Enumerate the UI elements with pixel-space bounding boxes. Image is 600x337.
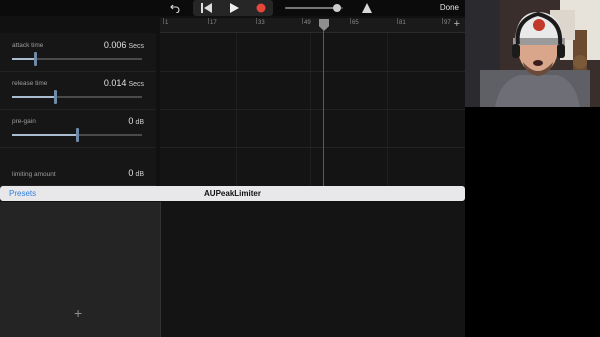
rewind-icon[interactable]	[198, 1, 214, 15]
ruler-label: 81	[399, 20, 406, 26]
undo-icon[interactable]	[168, 1, 182, 15]
param-pre-gain: pre-gain 0 dB	[0, 109, 156, 148]
ruler-label: 1	[165, 20, 169, 26]
ruler-tick	[397, 18, 398, 24]
attack-time-slider[interactable]	[12, 52, 142, 66]
param-name: attack time	[12, 42, 44, 49]
ruler-label: 17	[210, 20, 217, 26]
ruler-tick	[256, 18, 257, 24]
timeline-ruler[interactable]: 1 17 33 49 65 81 97	[160, 18, 465, 33]
param-release-time: release time 0.014 Secs	[0, 71, 156, 110]
ruler-label: 65	[352, 20, 359, 26]
track-divider	[160, 109, 465, 110]
master-volume-knob[interactable]	[333, 4, 342, 12]
ruler-label: 49	[304, 20, 311, 26]
param-name: limiting amount	[12, 171, 56, 178]
add-track-button[interactable]: +	[74, 305, 82, 321]
playhead-line	[323, 31, 324, 186]
webcam-overlay	[465, 0, 600, 107]
ruler-tick	[302, 18, 303, 24]
slider-handle[interactable]	[34, 52, 38, 66]
record-icon[interactable]	[253, 1, 269, 15]
track-list: +	[0, 202, 161, 337]
garageband-app: Done 1 17 33 49 65 81 97 + attack time 0.006 Se…	[0, 0, 465, 337]
slider-fill	[12, 96, 55, 98]
param-attack-time: attack time 0.006 Secs	[0, 33, 156, 72]
param-value: 0.006 Secs	[103, 40, 144, 50]
param-limiting-amount: limiting amount 0 dB	[0, 147, 156, 186]
param-value: 0 dB	[128, 168, 144, 178]
add-section-button[interactable]: +	[454, 19, 460, 30]
control-bar: Done	[0, 0, 465, 16]
master-volume-fill	[285, 7, 338, 9]
ruler-tick	[442, 18, 443, 24]
plugin-header-bar: Presets AUPeakLimiter	[0, 186, 465, 201]
track-divider	[160, 71, 465, 72]
slider-handle[interactable]	[76, 128, 79, 142]
param-value: 0 dB	[128, 116, 144, 126]
slider-fill	[12, 134, 77, 136]
track-divider	[160, 147, 465, 148]
param-name: pre-gain	[12, 118, 36, 125]
slider-fill	[12, 58, 36, 60]
track-region-area[interactable]	[161, 202, 465, 337]
done-button[interactable]: Done	[440, 3, 459, 12]
metronome-icon[interactable]	[362, 3, 372, 13]
master-volume-slider[interactable]	[285, 4, 343, 12]
ruler-label: 33	[258, 20, 265, 26]
ruler-tick	[350, 18, 351, 24]
ruler-label: 97	[444, 20, 451, 26]
ruler-tick	[163, 18, 164, 24]
play-icon[interactable]	[226, 1, 242, 15]
plugin-parameters: attack time 0.006 Secs release time 0.014…	[0, 33, 156, 186]
plugin-title: AUPeakLimiter	[204, 189, 261, 198]
param-name: release time	[12, 80, 48, 87]
release-time-slider[interactable]	[12, 90, 142, 104]
ruler-tick	[208, 18, 209, 24]
param-value: 0.014 Secs	[103, 78, 144, 88]
presenter-image	[465, 0, 600, 107]
pre-gain-slider[interactable]	[12, 128, 142, 142]
slider-handle[interactable]	[53, 90, 57, 104]
